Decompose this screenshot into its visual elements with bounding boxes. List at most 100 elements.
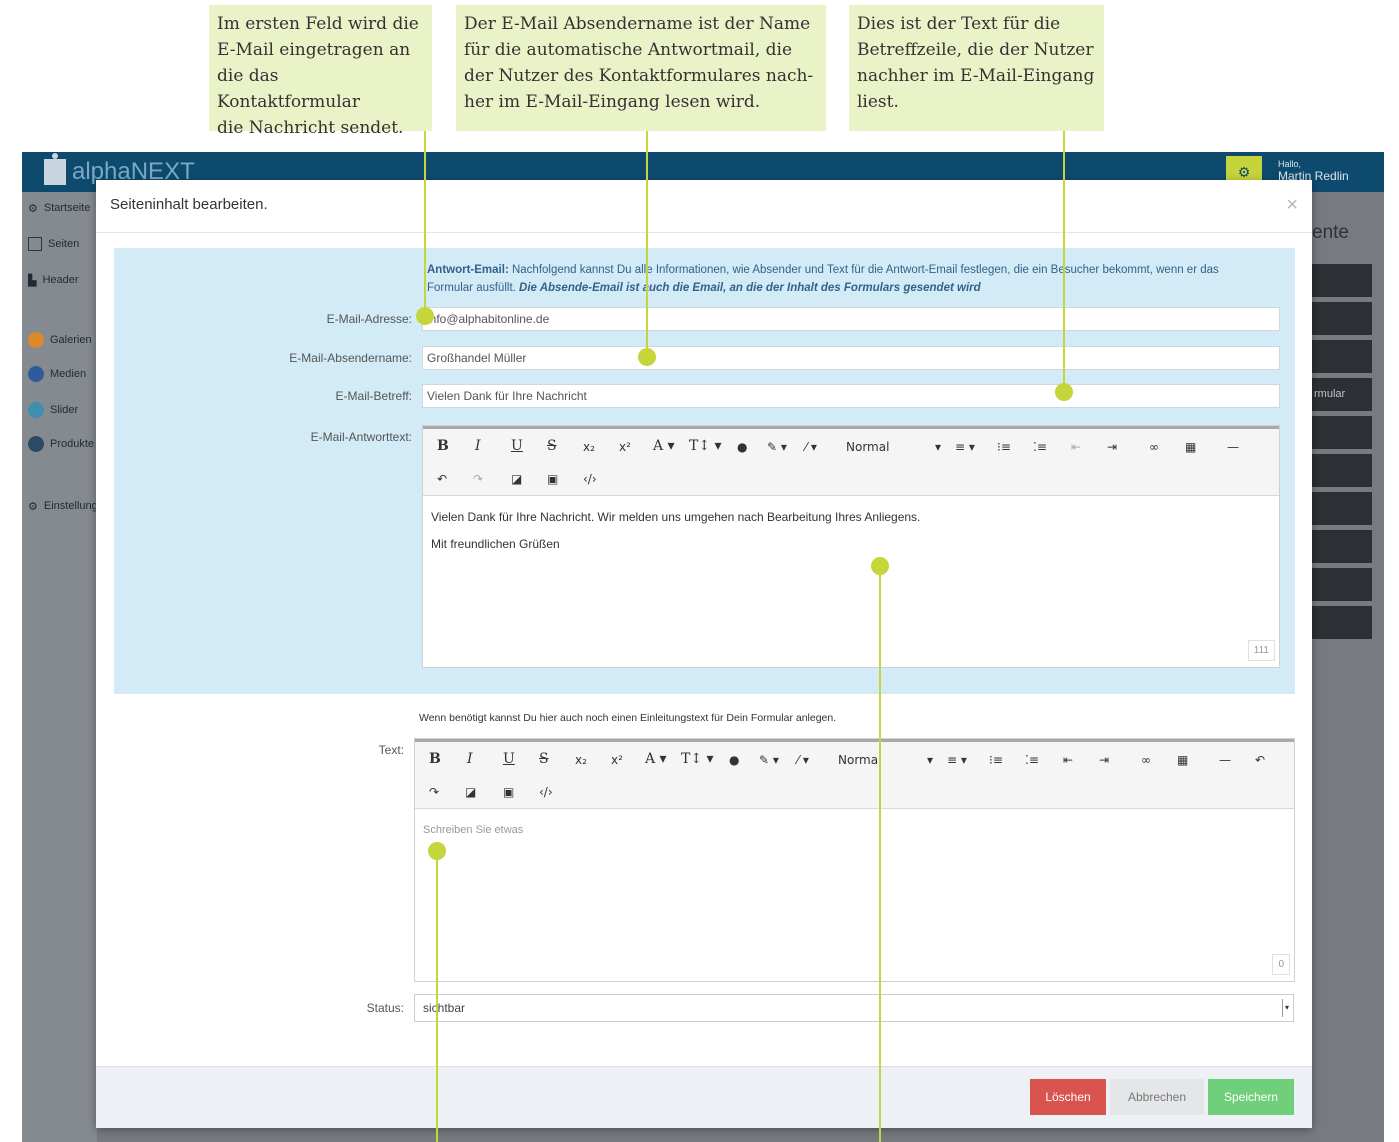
indent-icon[interactable]: ⇥ <box>1107 440 1117 454</box>
chevron-down-icon[interactable]: ▾ <box>1282 999 1291 1017</box>
sitemap-icon: ▙ <box>28 274 37 287</box>
eraser-icon[interactable]: ◪ <box>511 472 522 486</box>
panel-item[interactable] <box>1312 492 1372 525</box>
user-greeting[interactable]: Hallo, Martin Redlin <box>1278 158 1349 182</box>
panel-item[interactable] <box>1312 530 1372 563</box>
strikethrough-button[interactable]: S <box>547 438 557 454</box>
subscript-button[interactable]: x₂ <box>583 440 595 454</box>
chevron-down-icon[interactable]: ▾ <box>927 753 933 767</box>
divider <box>96 232 1312 233</box>
sidebar-label: Produkte <box>50 438 95 450</box>
reply-text-content[interactable]: Vielen Dank für Ihre Nachricht. Wir meld… <box>431 504 1271 558</box>
sidebar-item-seiten[interactable]: Seiten <box>28 234 79 254</box>
indent-icon[interactable]: ⇥ <box>1099 753 1109 767</box>
brush-icon[interactable]: ✎ ▾ <box>759 753 779 767</box>
cancel-button[interactable]: Abbrechen <box>1110 1079 1204 1115</box>
sender-name-field[interactable]: Großhandel Müller <box>422 346 1280 370</box>
callout-line <box>879 566 881 1142</box>
table-icon[interactable]: ▦ <box>1185 440 1196 454</box>
email-label: E-Mail-Adresse: <box>326 312 412 326</box>
align-icon[interactable]: ≡ ▾ <box>947 753 967 767</box>
logo-icon <box>44 153 66 185</box>
panel-item[interactable] <box>1312 340 1372 373</box>
superscript-button[interactable]: x² <box>611 753 623 767</box>
magic-wand-icon[interactable]: ⁄ ▾ <box>797 753 809 767</box>
link-icon[interactable]: ∞ <box>1141 753 1151 767</box>
code-icon[interactable]: ‹/› <box>539 785 553 799</box>
callout-sender-name: Der E-Mail Absendername ist der Name für… <box>456 5 826 131</box>
email-field[interactable]: info@alphabitonline.de <box>422 307 1280 331</box>
bold-button[interactable]: B <box>429 751 441 767</box>
drop-icon[interactable]: ● <box>729 753 739 767</box>
chevron-down-icon[interactable]: ▾ <box>935 440 941 454</box>
ordered-list-icon[interactable]: ⁝≡ <box>997 440 1011 454</box>
italic-button[interactable]: I <box>475 438 481 454</box>
italic-button[interactable]: I <box>467 751 473 767</box>
page: alphaNEXT ⚙ Hallo, Martin Redlin ⚙ Starts… <box>0 0 1399 1142</box>
table-icon[interactable]: ▦ <box>1177 753 1188 767</box>
gallery-icon <box>28 332 44 348</box>
font-size-button[interactable]: T↕ ▾ <box>689 438 722 454</box>
panel-item[interactable] <box>1312 416 1372 449</box>
sidebar: ⚙ Startseite Seiten ▙ Header Galerien Medi… <box>22 192 110 1142</box>
character-counter: 111 <box>1247 640 1275 661</box>
panel-item[interactable] <box>1312 302 1372 335</box>
modal-footer: Löschen Abbrechen Speichern <box>96 1066 1312 1128</box>
save-button[interactable]: Speichern <box>1208 1079 1294 1115</box>
reply-text-label: E-Mail-Antworttext: <box>310 430 412 444</box>
ordered-list-icon[interactable]: ⁝≡ <box>989 753 1003 767</box>
intro-text-content[interactable]: Schreiben Sie etwas <box>423 817 1286 844</box>
panel-item[interactable] <box>1312 454 1372 487</box>
subscript-button[interactable]: x₂ <box>575 753 587 767</box>
brush-icon[interactable]: ✎ ▾ <box>767 440 787 454</box>
font-color-button[interactable]: A ▾ <box>645 751 667 767</box>
underline-button[interactable]: U <box>503 751 515 767</box>
image-icon[interactable]: ▣ <box>503 785 514 799</box>
reply-line-1: Vielen Dank für Ihre Nachricht. Wir meld… <box>431 510 921 524</box>
superscript-button[interactable]: x² <box>619 440 631 454</box>
eraser-icon[interactable]: ◪ <box>465 785 476 799</box>
link-icon[interactable]: ∞ <box>1149 440 1159 454</box>
outdent-icon[interactable]: ⇤ <box>1071 440 1081 454</box>
panel-item[interactable] <box>1312 606 1372 639</box>
right-panel: ente rmular <box>1312 222 1384 642</box>
font-color-button[interactable]: A ▾ <box>653 438 675 454</box>
outdent-icon[interactable]: ⇤ <box>1063 753 1073 767</box>
unordered-list-icon[interactable]: ⁚≡ <box>1033 440 1047 454</box>
magic-wand-icon[interactable]: ⁄ ▾ <box>805 440 817 454</box>
unordered-list-icon[interactable]: ⁚≡ <box>1025 753 1039 767</box>
close-icon[interactable]: × <box>1286 194 1298 217</box>
reply-email-intro: Antwort-Email: Nachfolgend kannst Du all… <box>427 261 1267 297</box>
horizontal-rule-icon[interactable]: — <box>1227 440 1239 454</box>
align-icon[interactable]: ≡ ▾ <box>955 440 975 454</box>
delete-button[interactable]: Löschen <box>1030 1079 1106 1115</box>
style-select[interactable]: Normal <box>838 753 881 767</box>
undo-icon[interactable]: ↶ <box>437 472 447 486</box>
panel-item[interactable] <box>1312 264 1372 297</box>
subject-field[interactable]: Vielen Dank für Ihre Nachricht <box>422 384 1280 408</box>
sidebar-item-galerien[interactable]: Galerien <box>28 330 92 350</box>
strikethrough-button[interactable]: S <box>539 751 549 767</box>
bold-button[interactable]: B <box>437 438 449 454</box>
underline-button[interactable]: U <box>511 438 523 454</box>
undo-icon[interactable]: ↶ <box>1255 753 1265 767</box>
sidebar-item-slider[interactable]: Slider <box>28 400 78 420</box>
redo-icon[interactable]: ↷ <box>429 785 439 799</box>
sidebar-item-header[interactable]: ▙ Header <box>28 270 79 290</box>
drop-icon[interactable]: ● <box>737 440 747 454</box>
panel-item[interactable] <box>1312 568 1372 601</box>
code-icon[interactable]: ‹/› <box>583 472 597 486</box>
font-size-button[interactable]: T↕ ▾ <box>681 751 714 767</box>
status-select[interactable]: sichtbar ▾ <box>414 994 1294 1022</box>
style-select[interactable]: Normal <box>846 440 889 454</box>
callout-line <box>646 131 648 357</box>
panel-item-formular[interactable]: rmular <box>1312 378 1372 411</box>
reply-text-editor: B I U S x₂ x² A ▾ T↕ ▾ ● ✎ ▾ ⁄ ▾ Normal … <box>422 425 1280 668</box>
horizontal-rule-icon[interactable]: — <box>1219 753 1231 767</box>
redo-icon[interactable]: ↷ <box>473 472 483 486</box>
sidebar-item-medien[interactable]: Medien <box>28 364 86 384</box>
sidebar-item-startseite[interactable]: ⚙ Startseite <box>28 198 90 218</box>
image-icon[interactable]: ▣ <box>547 472 558 486</box>
intro-text-hint: Wenn benötigt kannst Du hier auch noch e… <box>419 712 837 724</box>
sidebar-item-produkte[interactable]: Produkte <box>28 434 94 454</box>
